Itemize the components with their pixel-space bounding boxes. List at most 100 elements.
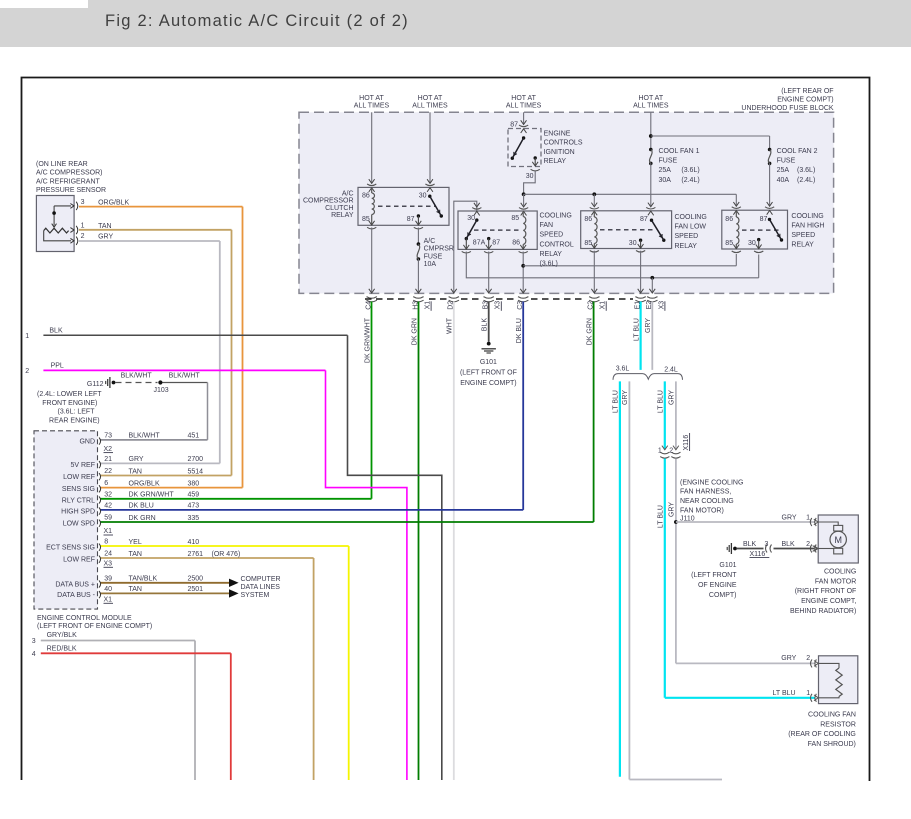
svg-text:4: 4 bbox=[32, 651, 36, 658]
svg-text:ALL TIMES: ALL TIMES bbox=[354, 103, 390, 110]
svg-text:BLK: BLK bbox=[782, 541, 796, 548]
svg-text:LOW SPD: LOW SPD bbox=[63, 521, 95, 528]
svg-text:25A: 25A bbox=[659, 167, 672, 174]
svg-text:M: M bbox=[834, 535, 842, 545]
svg-text:COOL FAN 1: COOL FAN 1 bbox=[659, 148, 700, 155]
svg-text:42: 42 bbox=[104, 503, 112, 510]
svg-text:H3: H3 bbox=[412, 301, 419, 310]
svg-text:ALL TIMES: ALL TIMES bbox=[506, 103, 542, 110]
svg-text:6: 6 bbox=[104, 480, 108, 487]
svg-text:CLUTCH: CLUTCH bbox=[325, 205, 353, 212]
svg-text:86: 86 bbox=[362, 193, 370, 200]
svg-text:1: 1 bbox=[658, 448, 662, 455]
svg-text:FAN MOTOR: FAN MOTOR bbox=[815, 578, 856, 585]
svg-text:DK GRN: DK GRN bbox=[586, 318, 593, 345]
svg-text:39: 39 bbox=[104, 575, 112, 582]
svg-text:RED/BLK: RED/BLK bbox=[47, 646, 77, 653]
svg-text:BLK/WHT: BLK/WHT bbox=[169, 373, 201, 380]
svg-text:RLY CTRL: RLY CTRL bbox=[62, 497, 95, 504]
svg-text:C2: C2 bbox=[587, 301, 594, 310]
svg-text:DATA LINES: DATA LINES bbox=[241, 584, 281, 591]
svg-text:21: 21 bbox=[104, 456, 112, 463]
svg-text:FUSE: FUSE bbox=[424, 253, 443, 260]
svg-text:ENGINE CONTROL MODULE: ENGINE CONTROL MODULE bbox=[37, 615, 132, 622]
svg-text:TAN: TAN bbox=[129, 551, 142, 558]
svg-text:G101: G101 bbox=[480, 359, 497, 366]
svg-text:(3.6L: LEFT: (3.6L: LEFT bbox=[58, 409, 96, 416]
svg-text:86: 86 bbox=[512, 239, 520, 246]
svg-text:COOLING: COOLING bbox=[824, 569, 856, 576]
svg-text:25A: 25A bbox=[777, 167, 790, 174]
svg-text:X1: X1 bbox=[600, 301, 607, 310]
svg-text:X1: X1 bbox=[425, 301, 432, 310]
svg-text:(ON LINE REAR: (ON LINE REAR bbox=[36, 161, 88, 168]
svg-text:WHT: WHT bbox=[447, 317, 454, 334]
svg-text:2: 2 bbox=[669, 448, 673, 455]
svg-text:FUSE: FUSE bbox=[777, 158, 796, 165]
svg-text:FAN LOW: FAN LOW bbox=[675, 224, 707, 231]
svg-text:2: 2 bbox=[81, 233, 85, 240]
svg-text:X116: X116 bbox=[750, 551, 766, 558]
svg-text:30: 30 bbox=[419, 193, 427, 200]
svg-text:DATA BUS +: DATA BUS + bbox=[55, 581, 95, 588]
svg-text:COOLING: COOLING bbox=[791, 213, 823, 220]
svg-text:1: 1 bbox=[25, 333, 29, 340]
svg-text:87: 87 bbox=[492, 239, 500, 246]
svg-text:85: 85 bbox=[362, 216, 370, 223]
svg-text:X1: X1 bbox=[104, 597, 113, 604]
svg-text:85: 85 bbox=[725, 240, 733, 247]
svg-text:COMPT): COMPT) bbox=[709, 592, 737, 599]
svg-text:30: 30 bbox=[526, 173, 534, 180]
svg-text:10A: 10A bbox=[424, 261, 437, 268]
svg-text:LT BLU: LT BLU bbox=[773, 690, 796, 697]
svg-text:30: 30 bbox=[629, 240, 637, 247]
svg-text:TAN: TAN bbox=[129, 468, 142, 475]
svg-text:DK GRN/WHT: DK GRN/WHT bbox=[364, 317, 371, 363]
svg-text:(LEFT FRONT OF ENGINE COMPT): (LEFT FRONT OF ENGINE COMPT) bbox=[37, 623, 152, 630]
svg-text:ENGINE COMPT,: ENGINE COMPT, bbox=[801, 598, 856, 605]
svg-text:3: 3 bbox=[81, 199, 85, 206]
svg-text:RELAY: RELAY bbox=[540, 251, 563, 258]
svg-text:HOT AT: HOT AT bbox=[638, 95, 663, 102]
svg-text:B3: B3 bbox=[483, 301, 490, 310]
svg-text:COOL FAN 2: COOL FAN 2 bbox=[777, 148, 818, 155]
svg-text:86: 86 bbox=[584, 216, 592, 223]
svg-text:59: 59 bbox=[104, 515, 112, 522]
svg-text:DK GRN: DK GRN bbox=[129, 515, 156, 522]
svg-text:FAN: FAN bbox=[540, 222, 554, 229]
svg-text:X3: X3 bbox=[658, 301, 665, 310]
svg-text:FAN HARNESS,: FAN HARNESS, bbox=[680, 489, 731, 496]
svg-text:87A: 87A bbox=[473, 239, 486, 246]
svg-text:(3.6L): (3.6L) bbox=[681, 167, 699, 174]
svg-text:ORG/BLK: ORG/BLK bbox=[98, 200, 129, 207]
svg-text:C3: C3 bbox=[517, 301, 524, 310]
svg-text:PPL: PPL bbox=[51, 363, 64, 370]
svg-text:LT BLU: LT BLU bbox=[658, 390, 665, 413]
svg-text:CONTROL: CONTROL bbox=[540, 241, 574, 248]
svg-text:COMPRESSOR: COMPRESSOR bbox=[303, 198, 354, 205]
svg-text:BLK: BLK bbox=[49, 328, 63, 335]
svg-text:2: 2 bbox=[806, 541, 810, 548]
svg-text:(LEFT FRONT OF: (LEFT FRONT OF bbox=[460, 369, 517, 376]
svg-text:40: 40 bbox=[104, 586, 112, 593]
svg-text:BLK/WHT: BLK/WHT bbox=[121, 373, 153, 380]
svg-text:SPEED: SPEED bbox=[675, 233, 699, 240]
svg-text:SPEED: SPEED bbox=[791, 232, 815, 239]
svg-text:8: 8 bbox=[104, 539, 108, 546]
svg-text:HOT AT: HOT AT bbox=[359, 95, 384, 102]
svg-text:2700: 2700 bbox=[188, 456, 204, 463]
svg-text:X116: X116 bbox=[683, 435, 690, 451]
svg-text:RELAY: RELAY bbox=[675, 243, 698, 250]
svg-text:ALL TIMES: ALL TIMES bbox=[412, 103, 448, 110]
svg-text:DK BLU: DK BLU bbox=[516, 318, 523, 343]
svg-text:87: 87 bbox=[640, 216, 648, 223]
svg-text:2: 2 bbox=[806, 655, 810, 662]
svg-text:ENGINE COMPT): ENGINE COMPT) bbox=[777, 97, 833, 104]
svg-text:30A: 30A bbox=[659, 177, 672, 184]
svg-text:3: 3 bbox=[32, 638, 36, 645]
svg-text:2.4L: 2.4L bbox=[664, 367, 678, 374]
svg-text:D2: D2 bbox=[448, 301, 455, 310]
svg-text:(LEFT REAR OF: (LEFT REAR OF bbox=[781, 88, 833, 95]
svg-text:X3: X3 bbox=[495, 301, 502, 310]
svg-text:RELAY: RELAY bbox=[791, 242, 814, 249]
